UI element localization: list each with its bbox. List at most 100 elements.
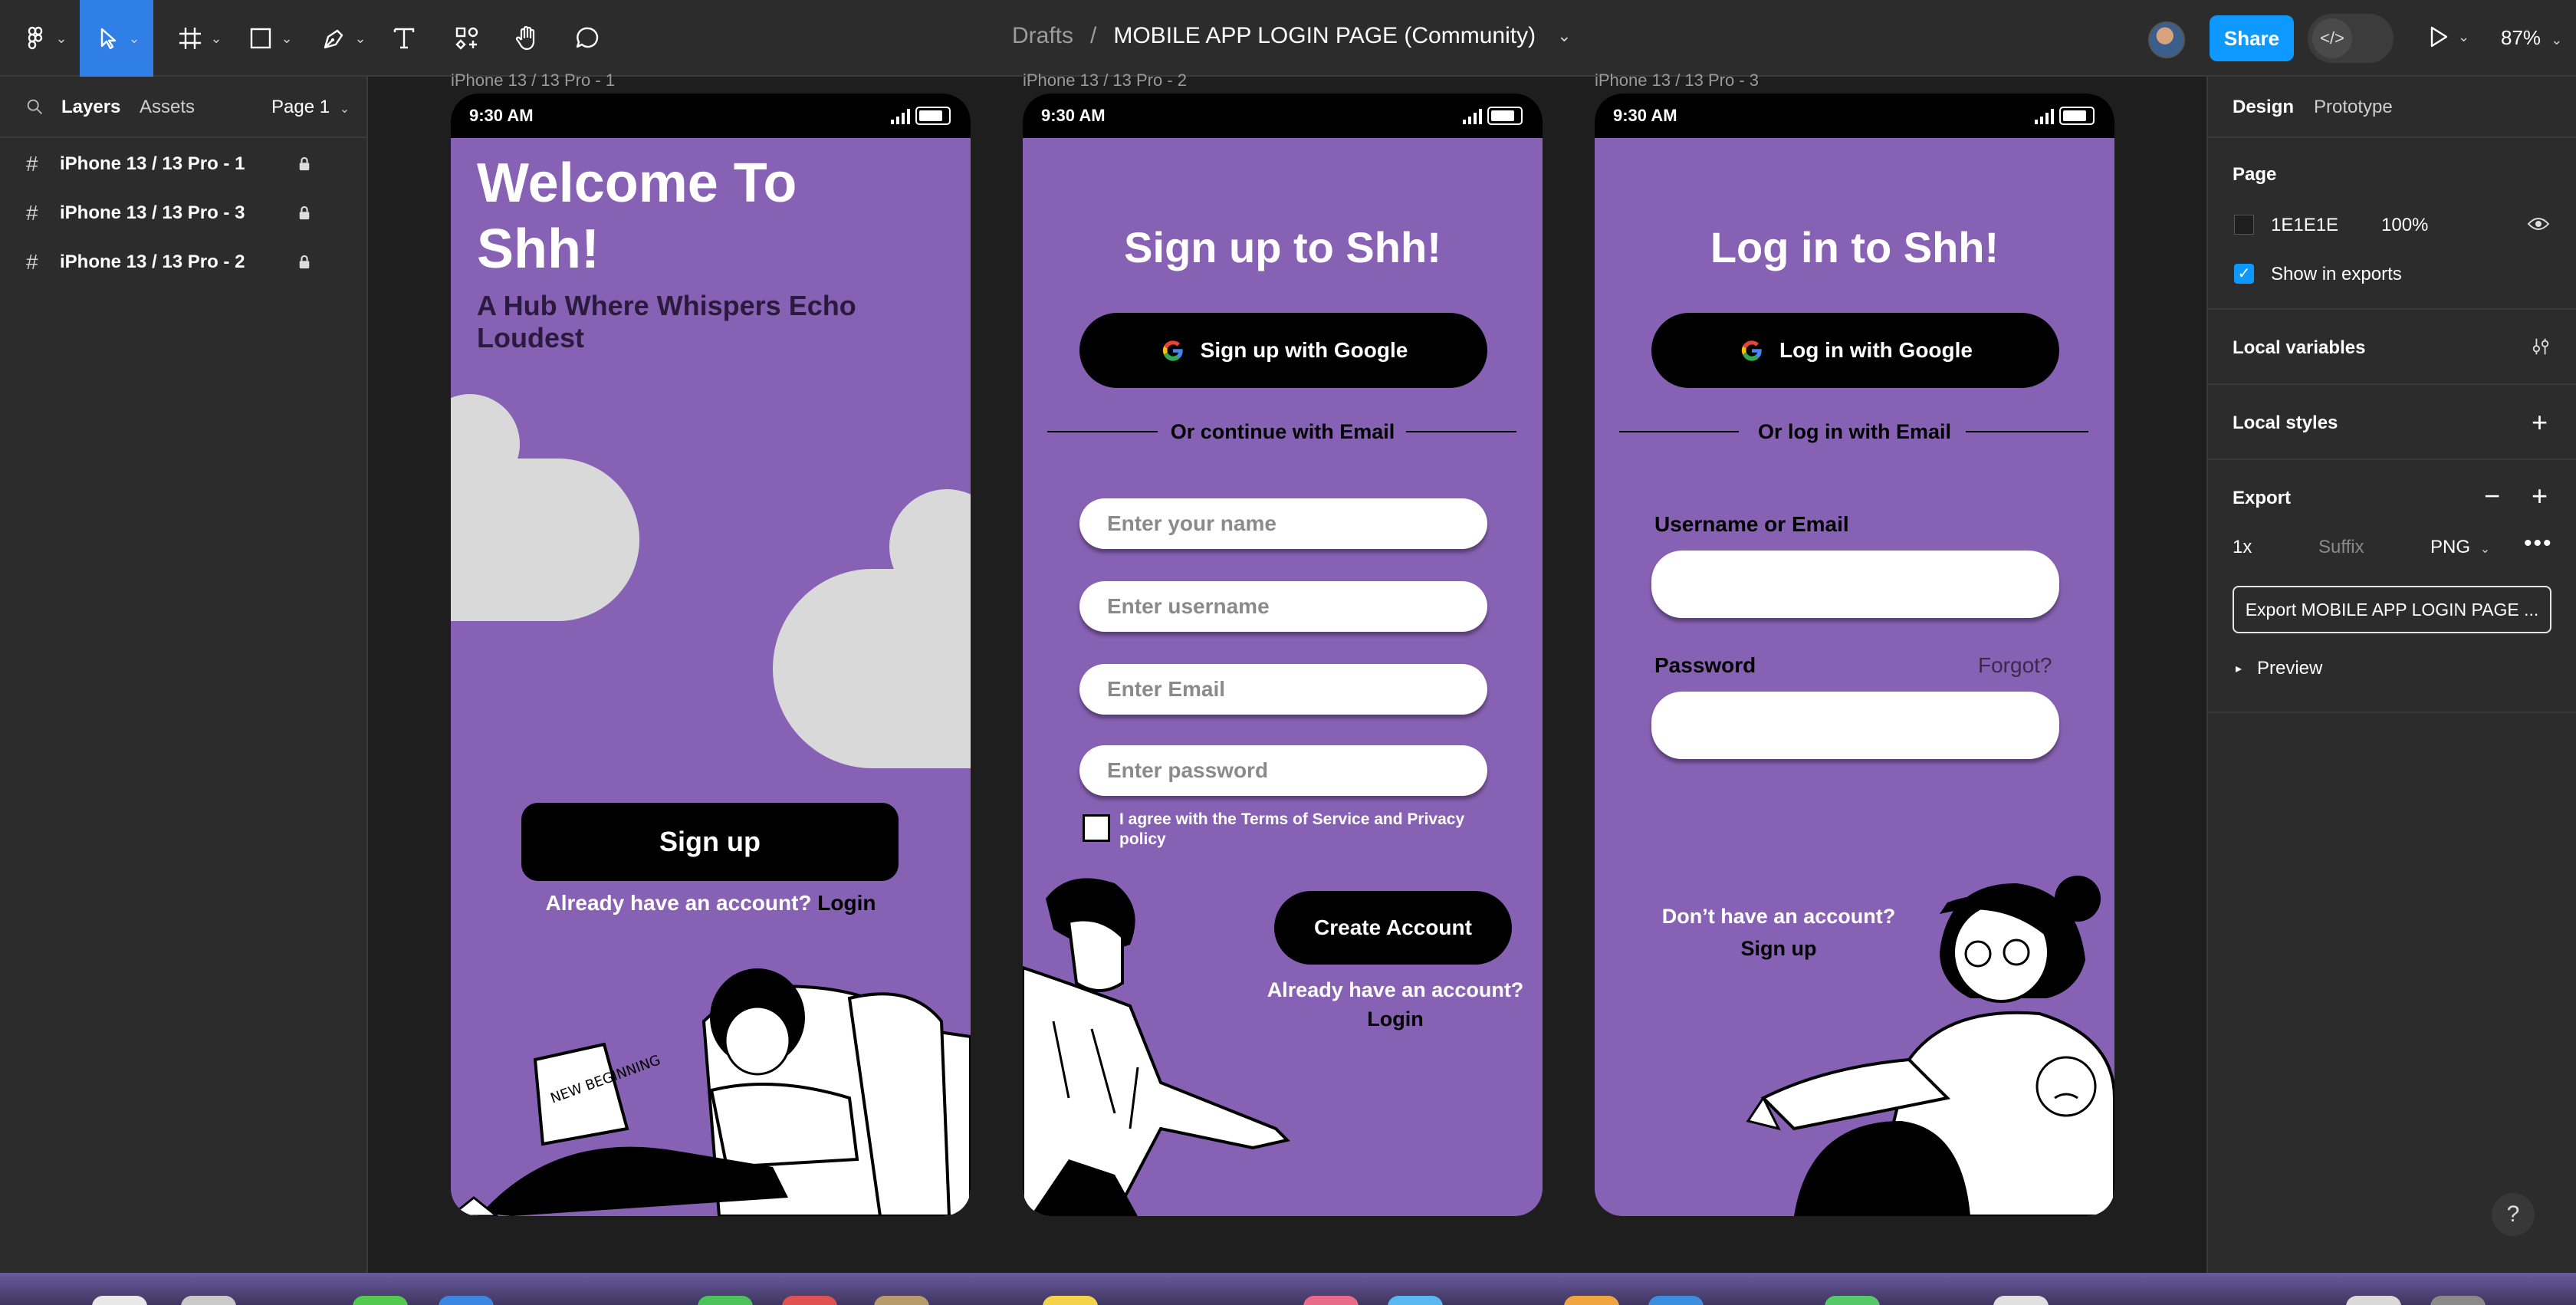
dock-app-icon[interactable]	[1303, 1296, 1359, 1305]
local-styles-section: Local styles +	[2208, 385, 2576, 460]
pen-tool-button[interactable]: ⌄	[314, 12, 371, 64]
user-avatar[interactable]	[2148, 21, 2185, 58]
eye-icon[interactable]	[2527, 215, 2550, 233]
comment-tool-button[interactable]	[569, 12, 607, 64]
dock-app-icon[interactable]	[1388, 1296, 1443, 1305]
password-label: Password	[1654, 653, 1756, 677]
password-input[interactable]	[1651, 692, 2059, 759]
signup-button[interactable]: Sign up	[521, 803, 899, 881]
google-login-button[interactable]: Log in with Google	[1651, 313, 2059, 388]
dock-app-icon[interactable]	[181, 1296, 236, 1305]
resources-button[interactable]	[448, 12, 486, 64]
dock-app-icon[interactable]	[874, 1296, 929, 1305]
dock-app-icon[interactable]	[439, 1296, 494, 1305]
local-variables-heading: Local variables	[2233, 337, 2366, 358]
remove-export-icon[interactable]: −	[2484, 480, 2500, 512]
google-signup-button[interactable]: Sign up with Google	[1079, 313, 1487, 388]
export-button[interactable]: Export MOBILE APP LOGIN PAGE ...	[2233, 586, 2551, 633]
shape-tool-button[interactable]: ⌄	[241, 12, 297, 64]
page-selector[interactable]: Page 1 ⌄	[271, 97, 350, 118]
lock-icon[interactable]	[297, 156, 311, 173]
file-title[interactable]: MOBILE APP LOGIN PAGE (Community)	[1113, 23, 1536, 49]
text-tool-button[interactable]	[385, 12, 423, 64]
search-icon[interactable]	[25, 97, 46, 118]
export-suffix-input[interactable]: Suffix	[2318, 537, 2364, 558]
frame-label[interactable]: iPhone 13 / 13 Pro - 1	[451, 71, 615, 90]
dock-app-icon[interactable]	[782, 1296, 837, 1305]
phone-frame-welcome[interactable]: 9:30 AM Welcome To Shh! A Hub Where Whis…	[451, 94, 971, 1216]
chevron-down-icon: ⌄	[2479, 543, 2491, 556]
phone-frame-signup[interactable]: 9:30 AM Sign up to Shh! Sign up with Goo…	[1023, 94, 1543, 1216]
welcome-subtitle: A Hub Where Whispers Echo Loudest	[477, 290, 856, 354]
chevron-down-icon: ⌄	[339, 103, 350, 116]
move-tool-button[interactable]: ⌄	[80, 0, 153, 77]
dock-app-icon[interactable]	[1564, 1296, 1619, 1305]
export-format-select[interactable]: PNG ⌄	[2430, 537, 2490, 558]
status-bar: 9:30 AM	[1595, 94, 2114, 138]
dock-app-icon[interactable]	[2430, 1296, 2486, 1305]
lock-icon[interactable]	[297, 254, 311, 271]
status-time: 9:30 AM	[1613, 106, 1677, 125]
lock-icon[interactable]	[297, 205, 311, 222]
breadcrumb-drafts[interactable]: Drafts	[1012, 23, 1073, 49]
frame-label[interactable]: iPhone 13 / 13 Pro - 2	[1023, 71, 1187, 90]
export-scale[interactable]: 1x	[2233, 537, 2252, 558]
zoom-level[interactable]: 87% ⌄	[2501, 26, 2562, 50]
create-account-button[interactable]: Create Account	[1274, 891, 1512, 965]
chevron-down-icon: ⌄	[354, 30, 366, 46]
login-link[interactable]: Login	[817, 891, 876, 915]
main-menu-button[interactable]: ⌄	[17, 12, 71, 64]
google-icon	[1741, 340, 1762, 361]
login-link[interactable]: Login	[1265, 1004, 1526, 1034]
layer-row[interactable]: # iPhone 13 / 13 Pro - 3	[0, 189, 368, 238]
add-style-icon[interactable]: +	[2532, 406, 2548, 439]
tab-prototype[interactable]: Prototype	[2314, 97, 2393, 118]
dock-app-icon[interactable]	[1043, 1296, 1098, 1305]
layer-row[interactable]: # iPhone 13 / 13 Pro - 1	[0, 140, 368, 189]
chevron-down-icon[interactable]: ⌄	[1557, 26, 1571, 46]
dock-app-icon[interactable]	[1825, 1296, 1880, 1305]
layer-name: iPhone 13 / 13 Pro - 1	[60, 153, 245, 174]
sliders-icon[interactable]	[2530, 336, 2551, 357]
play-icon	[2430, 26, 2448, 48]
password-input[interactable]: Enter password	[1079, 745, 1487, 796]
page-color-value[interactable]: 1E1E1E	[2271, 215, 2338, 236]
tab-layers[interactable]: Layers	[61, 97, 120, 118]
share-button[interactable]: Share	[2210, 15, 2294, 61]
dock-app-icon[interactable]	[2346, 1296, 2401, 1305]
name-input[interactable]: Enter your name	[1079, 498, 1487, 549]
present-button[interactable]: ⌄	[2423, 21, 2469, 52]
dock-app-icon[interactable]	[698, 1296, 753, 1305]
terms-text-line: I agree with the Terms of Service and Pr…	[1119, 810, 1465, 828]
terms-checkbox[interactable]	[1083, 814, 1110, 842]
dock-app-icon[interactable]	[1648, 1296, 1704, 1305]
tab-design[interactable]: Design	[2233, 97, 2294, 118]
caret-right-icon[interactable]: ▸	[2236, 661, 2242, 676]
username-input[interactable]: Enter username	[1079, 581, 1487, 632]
preview-toggle[interactable]: Preview	[2257, 658, 2322, 679]
frame-icon: #	[26, 201, 38, 225]
dock-app-icon[interactable]	[1993, 1296, 2049, 1305]
frame-label[interactable]: iPhone 13 / 13 Pro - 3	[1595, 71, 1759, 90]
phone-frame-login[interactable]: 9:30 AM Log in to Shh! Log in with Googl…	[1595, 94, 2114, 1216]
dock-app-icon[interactable]	[92, 1296, 147, 1305]
dock-app-icon[interactable]	[353, 1296, 408, 1305]
chevron-down-icon: ⌄	[210, 30, 222, 46]
tab-assets[interactable]: Assets	[140, 97, 195, 118]
forgot-password-link[interactable]: Forgot?	[1978, 653, 2052, 678]
username-email-input[interactable]	[1651, 551, 2059, 618]
show-in-exports-checkbox[interactable]: ✓	[2234, 264, 2254, 284]
page-color-swatch[interactable]	[2234, 215, 2254, 235]
text-icon	[393, 28, 415, 49]
chevron-down-icon: ⌄	[2551, 32, 2563, 48]
add-export-icon[interactable]: +	[2532, 480, 2548, 512]
battery-icon	[2059, 107, 2095, 125]
layer-row[interactable]: # iPhone 13 / 13 Pro - 2	[0, 238, 368, 287]
more-options-icon[interactable]: •••	[2524, 531, 2553, 557]
frame-tool-button[interactable]: ⌄	[170, 12, 227, 64]
dev-mode-toggle[interactable]: </>	[2308, 14, 2394, 63]
email-input[interactable]: Enter Email	[1079, 664, 1487, 715]
page-opacity-value[interactable]: 100%	[2381, 215, 2428, 236]
help-button[interactable]: ?	[2492, 1193, 2535, 1236]
hand-tool-button[interactable]	[508, 12, 546, 64]
